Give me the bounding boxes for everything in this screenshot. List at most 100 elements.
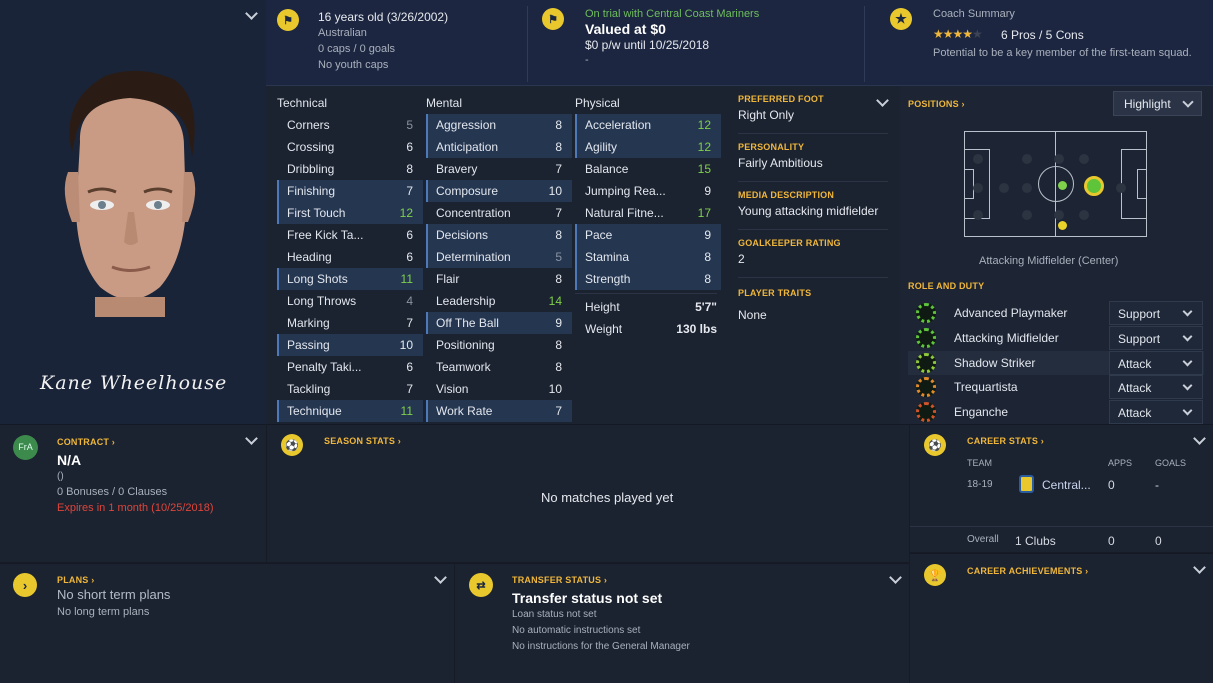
attribute-row[interactable]: Vision 10: [426, 378, 572, 400]
season-stats-title[interactable]: SEASON STATS ›: [324, 436, 401, 446]
duty-label: Attack: [1118, 356, 1152, 371]
attribute-row[interactable]: Free Kick Ta... 6: [277, 224, 423, 246]
duty-dropdown[interactable]: Attack: [1109, 400, 1203, 425]
role-suitability-icon: [916, 352, 936, 373]
attribute-row[interactable]: Aggression 8: [426, 114, 572, 136]
attribute-value: 8: [704, 250, 711, 264]
attribute-row[interactable]: Anticipation 8: [426, 136, 572, 158]
attribute-label: Anticipation: [436, 140, 499, 154]
pros-cons[interactable]: 6 Pros / 5 Cons: [1001, 28, 1084, 42]
attribute-label: Determination: [436, 250, 511, 264]
attribute-row[interactable]: Positioning 8: [426, 334, 572, 356]
attribute-row[interactable]: Long Shots 11: [277, 268, 423, 290]
attribute-row[interactable]: Teamwork 8: [426, 356, 572, 378]
transfer-status-title[interactable]: TRANSFER STATUS ›: [512, 575, 607, 585]
attribute-value: 12: [697, 118, 711, 132]
attribute-row[interactable]: Penalty Taki... 6: [277, 356, 423, 378]
contract-title[interactable]: CONTRACT ›: [57, 437, 115, 447]
career-overall-apps: 0: [1108, 534, 1115, 548]
season-empty-message: No matches played yet: [541, 490, 674, 505]
mental-column: Mental Aggression 8 Anticipation 8 Bravery 7 C…: [426, 94, 572, 422]
coach-note: Potential to be a key member of the firs…: [933, 47, 1192, 59]
attribute-row[interactable]: Bravery 7: [426, 158, 572, 180]
positions-title[interactable]: POSITIONS ›: [908, 99, 965, 109]
attribute-row[interactable]: Strength 8: [575, 268, 721, 290]
attribute-row[interactable]: Jumping Rea... 9: [575, 180, 721, 202]
attribute-row[interactable]: Technique 11: [277, 400, 423, 422]
highlight-dropdown[interactable]: Highlight: [1113, 91, 1202, 116]
attribute-row[interactable]: Decisions 8: [426, 224, 572, 246]
career-team-link[interactable]: Central...: [1042, 478, 1091, 492]
position-dot: [1022, 154, 1032, 164]
attribute-row[interactable]: Concentration 7: [426, 202, 572, 224]
duty-dropdown[interactable]: Attack: [1109, 350, 1203, 375]
attribute-row[interactable]: Crossing 6: [277, 136, 423, 158]
attribute-row[interactable]: Work Rate 7: [426, 400, 572, 422]
attribute-row[interactable]: Heading 6: [277, 246, 423, 268]
attribute-label: Agility: [585, 140, 618, 154]
career-achievements-title[interactable]: CAREER ACHIEVEMENTS ›: [967, 566, 1088, 576]
star-rating: ★★★★★: [933, 27, 983, 41]
attribute-row[interactable]: Balance 15: [575, 158, 721, 180]
attribute-row[interactable]: Flair 8: [426, 268, 572, 290]
attribute-row[interactable]: Tackling 7: [277, 378, 423, 400]
attribute-row[interactable]: Corners 5: [277, 114, 423, 136]
attribute-value: 7: [555, 206, 562, 220]
player-nationality: Australian: [318, 27, 367, 39]
contract-expires: Expires in 1 month (10/25/2018): [57, 502, 214, 514]
attribute-row[interactable]: Passing 10: [277, 334, 423, 356]
position-dot: [973, 210, 983, 220]
attribute-row[interactable]: First Touch 12: [277, 202, 423, 224]
role-row[interactable]: Shadow Striker Attack: [908, 350, 1204, 375]
career-overall-clubs: 1 Clubs: [1015, 534, 1056, 548]
attribute-value: 17: [697, 206, 711, 220]
attribute-label: Work Rate: [436, 404, 493, 418]
preferred-foot-block: PREFERRED FOOT Right Only: [738, 94, 888, 134]
player-portrait-panel: Kane Wheelhouse: [0, 0, 266, 424]
attribute-row[interactable]: Stamina 8: [575, 246, 721, 268]
attribute-row[interactable]: Composure 10: [426, 180, 572, 202]
position-dot: [1079, 154, 1089, 164]
career-stats-title[interactable]: CAREER STATS ›: [967, 436, 1044, 446]
attribute-row[interactable]: Finishing 7: [277, 180, 423, 202]
duty-dropdown[interactable]: Support: [1109, 325, 1203, 350]
role-row[interactable]: Attacking Midfielder Support: [908, 325, 1204, 350]
personality-block: PERSONALITY Fairly Ambitious: [738, 142, 888, 182]
attribute-row[interactable]: Off The Ball 9: [426, 312, 572, 334]
personality-title: PERSONALITY: [738, 142, 805, 152]
transfer-status-value: Transfer status not set: [512, 590, 663, 606]
attribute-row[interactable]: Natural Fitne... 17: [575, 202, 721, 224]
role-row[interactable]: Enganche Attack: [908, 400, 1204, 425]
role-row[interactable]: Trequartista Attack: [908, 375, 1204, 400]
attribute-label: Free Kick Ta...: [287, 228, 364, 242]
attribute-label: Flair: [436, 272, 460, 286]
club-status[interactable]: On trial with Central Coast Mariners: [585, 8, 759, 20]
attribute-label: Strength: [585, 272, 631, 286]
attribute-value: 15: [697, 162, 711, 176]
height-row: Height 5'7": [575, 296, 721, 318]
role-row[interactable]: Advanced Playmaker Support: [908, 301, 1204, 325]
attribute-value: 7: [406, 184, 413, 198]
player-traits-block: PLAYER TRAITS None: [738, 288, 888, 328]
role-name: Shadow Striker: [954, 355, 1036, 370]
duty-label: Support: [1118, 307, 1161, 321]
attribute-value: 6: [406, 360, 413, 374]
attribute-row[interactable]: Determination 5: [426, 246, 572, 268]
attribute-row[interactable]: Long Throws 4: [277, 290, 423, 312]
club-badge-icon: ⚑: [277, 9, 299, 31]
chevron-down-icon[interactable]: [245, 7, 258, 20]
attribute-label: Jumping Rea...: [585, 184, 666, 198]
football-icon: ⚽: [281, 434, 303, 456]
attribute-row[interactable]: Agility 12: [575, 136, 721, 158]
duty-dropdown[interactable]: Attack: [1109, 375, 1203, 400]
attribute-row[interactable]: Pace 9: [575, 224, 721, 246]
attribute-row[interactable]: Dribbling 8: [277, 158, 423, 180]
attribute-value: 10: [548, 382, 562, 396]
attribute-row[interactable]: Acceleration 12: [575, 114, 721, 136]
plans-title[interactable]: PLANS ›: [57, 575, 94, 585]
attribute-row[interactable]: Leadership 14: [426, 290, 572, 312]
physical-title: Physical: [575, 96, 620, 110]
attribute-row[interactable]: Marking 7: [277, 312, 423, 334]
duty-dropdown[interactable]: Support: [1109, 301, 1203, 325]
attribute-value: 6: [406, 140, 413, 154]
